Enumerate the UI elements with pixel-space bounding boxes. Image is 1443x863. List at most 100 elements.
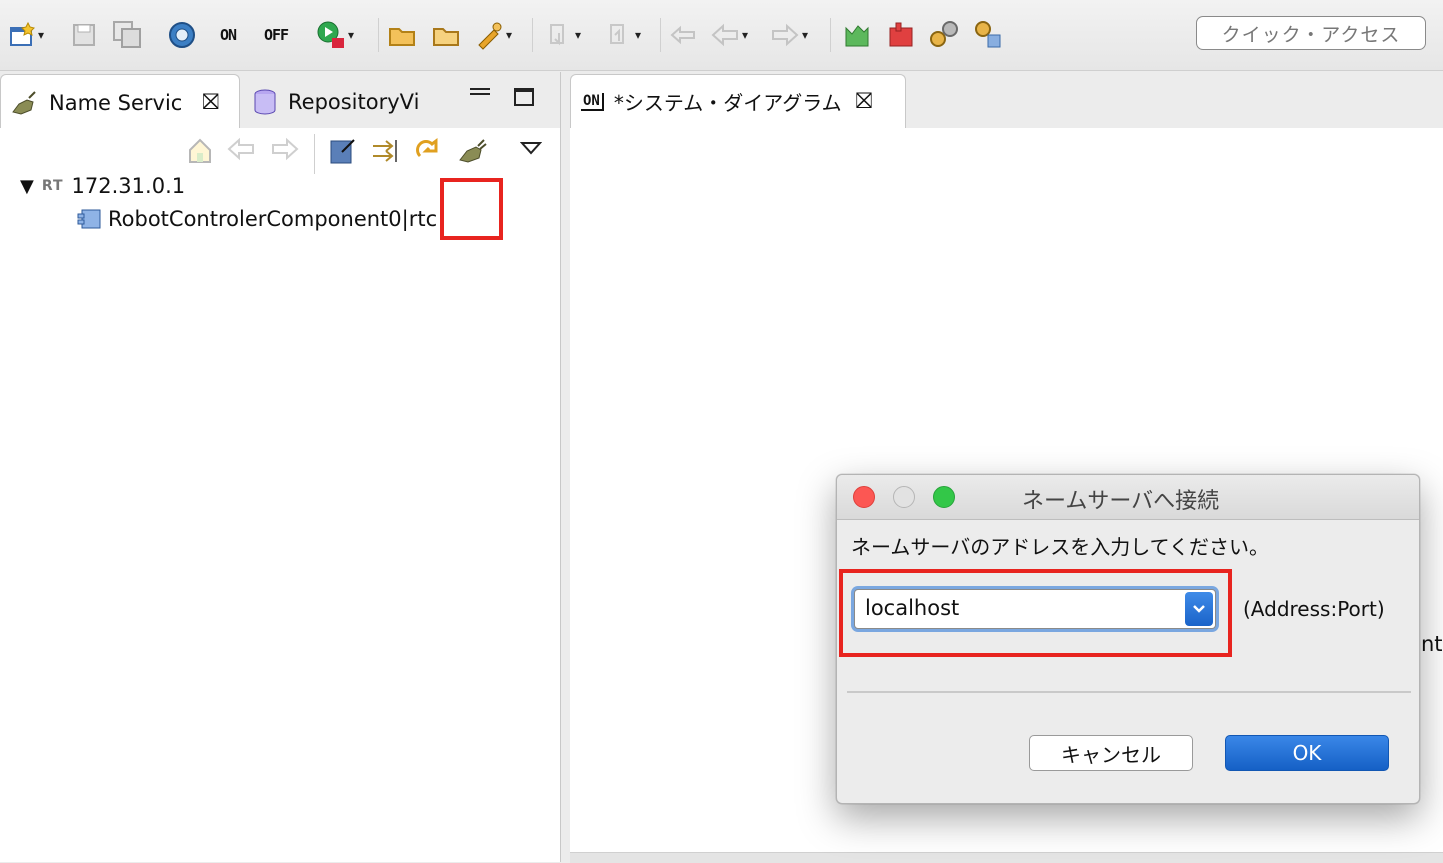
dialog-title: ネームサーバへ接続: [1022, 489, 1220, 514]
view-toolbar-separator: [314, 134, 315, 174]
chevron-down-icon: [1193, 605, 1205, 613]
red-chart-icon: [889, 22, 913, 47]
forward-button[interactable]: ▾: [770, 18, 808, 52]
zoom-window-button[interactable]: [933, 486, 955, 508]
all-on-button[interactable]: ON: [220, 18, 237, 52]
expand-triangle-icon[interactable]: ▼: [20, 176, 34, 197]
minimize-window-button[interactable]: [893, 486, 915, 508]
collapse-all-button[interactable]: [328, 136, 358, 170]
save-all-icon: [113, 21, 141, 48]
plugin-button[interactable]: ▾: [474, 18, 512, 52]
tree-node-component[interactable]: RobotControlerComponent0|rtc: [76, 206, 437, 232]
save-button[interactable]: [70, 18, 98, 52]
address-format-hint: (Address:Port): [1243, 597, 1385, 621]
save-all-button[interactable]: [112, 18, 144, 52]
run-icon: [317, 21, 344, 48]
last-edit-button[interactable]: [668, 18, 698, 52]
editor-bottom-edge: [570, 852, 1443, 863]
chart-icon: [845, 25, 869, 47]
run-button[interactable]: ▾: [316, 18, 354, 52]
refresh-icon: [416, 138, 438, 158]
prev-annotation-icon: [610, 24, 624, 44]
triangle-down-icon: [519, 142, 543, 155]
close-icon[interactable]: ⛝: [202, 90, 219, 115]
all-off-button[interactable]: OFF: [264, 18, 289, 52]
toolbar-separator: [830, 18, 831, 52]
component-icon: [77, 209, 101, 229]
gears-blocks-icon: [975, 21, 1001, 48]
connector-icon: [478, 22, 502, 50]
next-annotation-button[interactable]: ▾: [545, 18, 581, 52]
dialog-divider: [847, 691, 1411, 693]
close-window-button[interactable]: [853, 486, 875, 508]
address-value: localhost: [865, 596, 960, 620]
toolbar-separator: [378, 18, 379, 52]
tab-repository-view[interactable]: RepositoryVi: [250, 74, 450, 130]
tab-system-diagram[interactable]: ON *システム・ダイアグラム ⛝: [570, 74, 906, 128]
arrow-left-icon: [711, 23, 738, 47]
next-annotation-dropdown-icon[interactable]: ▾: [575, 28, 581, 42]
tree-node-label: 172.31.0.1: [71, 174, 186, 198]
open-folder-button[interactable]: [432, 18, 462, 52]
back-dropdown-icon[interactable]: ▾: [742, 28, 748, 42]
new-wizard-icon: [10, 21, 35, 46]
new-dropdown-icon[interactable]: ▾: [38, 28, 44, 42]
gears-icon: [930, 21, 958, 47]
tab-label: *システム・ダイアグラム: [613, 91, 842, 115]
settings-button[interactable]: [166, 18, 198, 52]
quick-access-input[interactable]: クイック・アクセス: [1196, 16, 1426, 50]
address-combobox[interactable]: localhost: [854, 589, 1216, 629]
arrow-right-icon: [272, 137, 299, 161]
plug-icon: [459, 139, 487, 163]
arrow-left-icon: [227, 137, 254, 161]
tab-name-service[interactable]: Name Servic ⛝: [0, 74, 240, 130]
perspective-button-1[interactable]: [842, 18, 872, 52]
highlight-box: [440, 178, 503, 240]
diagram-text-fragment: nt: [1421, 632, 1443, 656]
next-annotation-icon: [550, 24, 564, 46]
all-off-icon: OFF: [264, 26, 289, 44]
run-dropdown-icon[interactable]: ▾: [348, 28, 354, 42]
tab-label: RepositoryVi: [288, 90, 420, 114]
forward-dropdown-icon[interactable]: ▾: [802, 28, 808, 42]
toolbar-separator: [532, 18, 533, 52]
go-back-button[interactable]: [226, 136, 256, 166]
close-icon[interactable]: ⛝: [856, 89, 873, 114]
tab-label: Name Servic: [49, 90, 183, 115]
toolbar-separator: [660, 18, 661, 52]
combobox-dropdown-button[interactable]: [1185, 592, 1213, 626]
repository-icon: [254, 89, 276, 115]
prev-annotation-dropdown-icon[interactable]: ▾: [635, 28, 641, 42]
gear-icon: [169, 22, 195, 48]
view-menu-button[interactable]: [519, 140, 543, 159]
view-tab-bar: Name Servic ⛝ RepositoryVi: [0, 72, 560, 130]
name-service-icon: [12, 90, 36, 115]
ok-button[interactable]: OK: [1225, 735, 1389, 771]
home-button[interactable]: [186, 136, 214, 170]
minimize-icon[interactable]: [470, 88, 490, 95]
prev-annotation-button[interactable]: ▾: [605, 18, 641, 52]
tree-node-server[interactable]: ▼ RT 172.31.0.1: [20, 174, 185, 198]
back-button[interactable]: ▾: [710, 18, 748, 52]
folder-icon: [433, 28, 459, 46]
editor-tab-bar: ON *システム・ダイアグラム ⛝: [570, 72, 1443, 128]
link-with-editor-button[interactable]: [370, 136, 402, 170]
sync-arrows-icon: [373, 140, 397, 162]
refresh-button[interactable]: [412, 136, 444, 170]
connect-name-server-button[interactable]: [456, 136, 488, 170]
tree-node-label: RobotControlerComponent0|rtc: [108, 207, 438, 231]
open-button[interactable]: [388, 18, 418, 52]
all-on-icon: ON: [220, 26, 237, 44]
main-toolbar: ▾ ON OFF ▾ ▾ ▾ ▾ ▾ ▾ クイック・アクセス: [0, 0, 1443, 71]
plugin-dropdown-icon[interactable]: ▾: [506, 28, 512, 42]
collapse-icon: [330, 139, 355, 164]
perspective-button-4[interactable]: [972, 18, 1004, 52]
new-button[interactable]: ▾: [8, 18, 44, 52]
cancel-button[interactable]: キャンセル: [1029, 735, 1193, 771]
go-forward-button[interactable]: [270, 136, 300, 166]
perspective-button-2[interactable]: [886, 18, 916, 52]
save-icon: [73, 24, 95, 46]
name-service-view: Name Servic ⛝ RepositoryVi ▼ RT 172.31.0…: [0, 72, 561, 862]
maximize-icon[interactable]: [514, 88, 534, 106]
perspective-button-3[interactable]: [928, 18, 960, 52]
